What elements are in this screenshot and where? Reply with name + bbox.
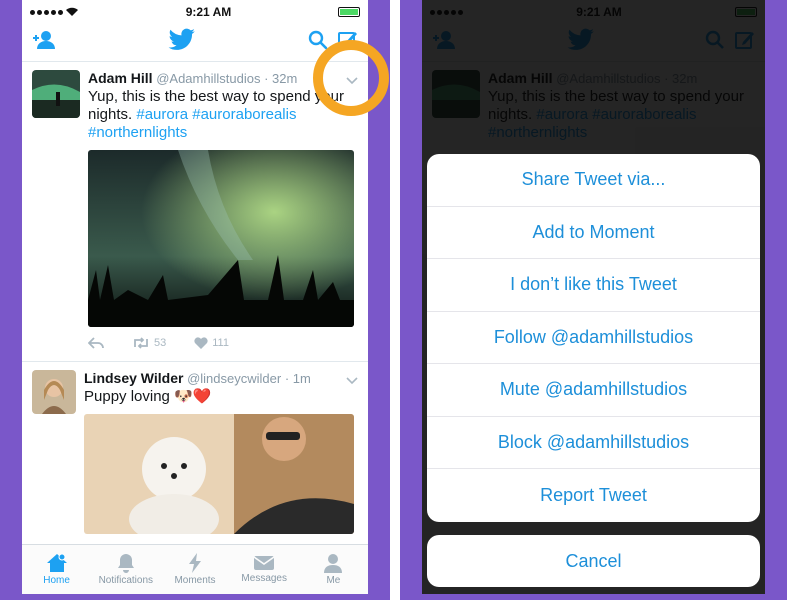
- tweet-photo-aurora[interactable]: [88, 150, 354, 327]
- bottom-tab-bar: Home Notifications Moments Messages Me: [22, 544, 368, 594]
- person-icon: [324, 554, 343, 573]
- tweet-author-handle[interactable]: @lindseycwilder: [187, 371, 281, 386]
- add-user-icon[interactable]: [32, 30, 56, 55]
- reply-icon[interactable]: [88, 337, 104, 349]
- retweet-count: 53: [154, 337, 167, 349]
- tab-notifications[interactable]: Notifications: [91, 545, 160, 594]
- lightning-icon: [189, 553, 201, 573]
- tab-messages[interactable]: Messages: [230, 545, 299, 594]
- highlight-ring: [313, 40, 389, 116]
- tweet-timestamp: · 32m: [264, 71, 298, 86]
- battery-icon: [337, 7, 360, 17]
- tweet-text: Puppy loving 🐶❤️: [84, 388, 212, 405]
- dislike-tweet-option[interactable]: I don’t like this Tweet: [427, 259, 760, 312]
- tweet-lindsey-wilder[interactable]: Lindsey Wilder @lindseycwilder · 1m Pupp…: [22, 362, 368, 538]
- share-tweet-via-option[interactable]: Share Tweet via...: [427, 154, 760, 207]
- left-screenshot-panel: 9:21 AM Adam Hill @Adamhillstudios · 32m…: [0, 0, 390, 600]
- tab-label: Notifications: [98, 575, 154, 586]
- avatar[interactable]: [32, 370, 76, 414]
- envelope-icon: [253, 556, 275, 570]
- status-bar: 9:21 AM: [22, 0, 368, 24]
- home-icon: [46, 553, 67, 572]
- report-tweet-option[interactable]: Report Tweet: [427, 469, 760, 522]
- tweet-timestamp: · 1m: [284, 371, 311, 386]
- tab-label: Moments: [174, 575, 216, 586]
- mute-user-option[interactable]: Mute @adamhillstudios: [427, 364, 760, 417]
- retweet-icon: [134, 337, 148, 349]
- tweet-author-handle[interactable]: @Adamhillstudios: [156, 71, 260, 86]
- retweet-button[interactable]: 53: [132, 337, 166, 349]
- status-time: 9:21 AM: [185, 5, 232, 19]
- chevron-down-icon[interactable]: [346, 372, 358, 390]
- tweet-action-sheet: Share Tweet via... Add to Moment I don’t…: [427, 154, 760, 522]
- twitter-bird-icon: [168, 28, 196, 57]
- tab-label: Me: [326, 575, 341, 586]
- right-screenshot-panel: 9:21 AM: [400, 0, 787, 600]
- avatar[interactable]: [32, 70, 80, 118]
- top-nav-bar: [22, 24, 368, 62]
- tweet-photo-puppy[interactable]: [84, 414, 354, 534]
- tweet-adam-hill[interactable]: Adam Hill @Adamhillstudios · 32m Yup, th…: [22, 62, 368, 361]
- cancel-button[interactable]: Cancel: [427, 535, 760, 587]
- tweet-actions: 53 111: [88, 327, 358, 357]
- signal-icon: [30, 7, 79, 17]
- bell-icon: [117, 554, 134, 573]
- like-count: 111: [212, 337, 229, 349]
- tab-label: Messages: [241, 573, 287, 584]
- heart-icon: [194, 337, 208, 349]
- like-button[interactable]: 111: [194, 337, 229, 349]
- tab-label: Home: [43, 575, 70, 586]
- tweet-author-name[interactable]: Adam Hill: [88, 70, 153, 86]
- tab-moments[interactable]: Moments: [160, 545, 229, 594]
- tweet-author-name[interactable]: Lindsey Wilder: [84, 370, 183, 386]
- follow-user-option[interactable]: Follow @adamhillstudios: [427, 312, 760, 364]
- add-to-moment-option[interactable]: Add to Moment: [427, 207, 760, 259]
- block-user-option[interactable]: Block @adamhillstudios: [427, 417, 760, 469]
- tab-home[interactable]: Home: [22, 545, 91, 594]
- phone-screen-action-sheet: 9:21 AM: [422, 0, 765, 594]
- tab-me[interactable]: Me: [299, 545, 368, 594]
